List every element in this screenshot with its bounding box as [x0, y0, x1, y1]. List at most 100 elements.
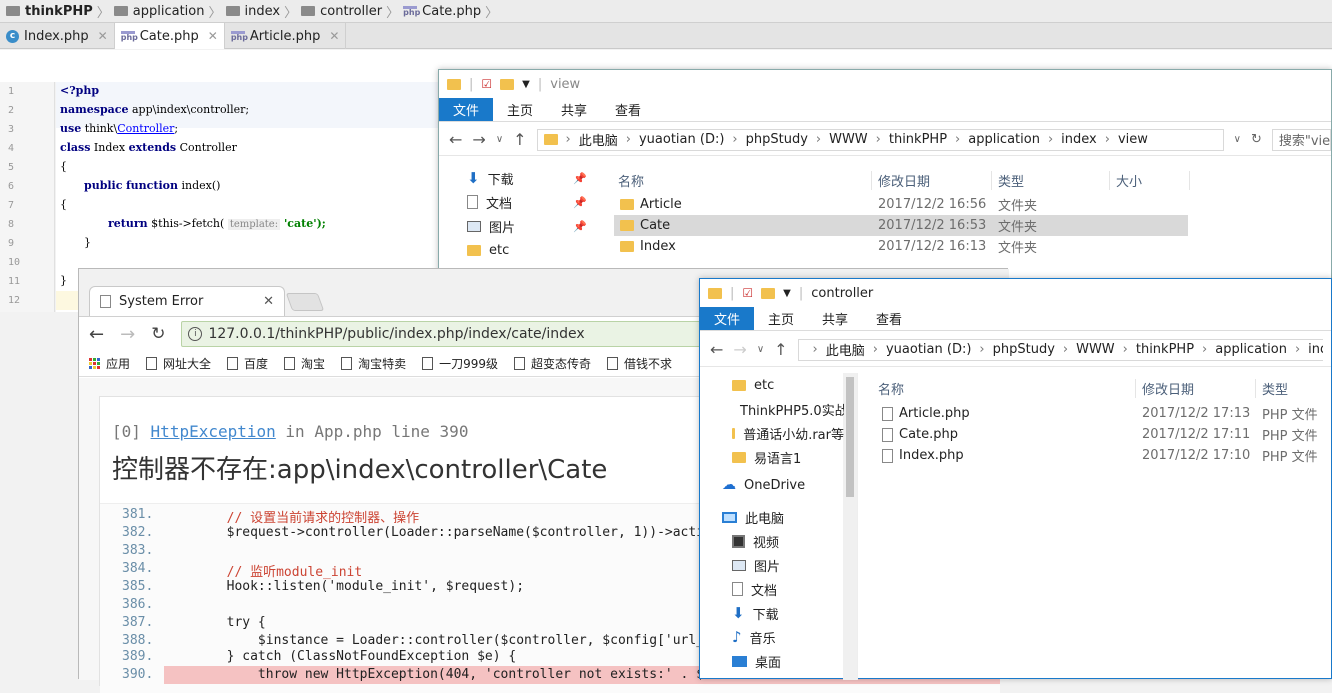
forward-arrow-icon[interactable]: → — [120, 324, 135, 345]
tab-cate-php[interactable]: php Cate.php ✕ — [114, 23, 225, 49]
address-segment[interactable]: 此电脑 — [579, 130, 618, 149]
column-header-type[interactable]: 类型 — [1256, 379, 1326, 398]
address-dropdown-chevron-icon[interactable]: ∨ — [1234, 134, 1241, 145]
address-bar[interactable]: › 此电脑 › yuaotian (D:) › phpStudy › WWW › thi… — [797, 338, 1323, 361]
breadcrumb-item-index[interactable]: index — [225, 4, 280, 19]
ribbon-tab-file[interactable]: 文件 — [439, 98, 494, 121]
recent-chevron-icon[interactable]: ∨ — [757, 344, 764, 355]
search-input[interactable]: 搜索"vie — [1271, 128, 1331, 151]
address-segment[interactable]: ind — [1308, 342, 1322, 357]
nav-item-this-pc[interactable]: 此电脑 — [722, 505, 844, 529]
chevron-down-icon[interactable]: ▼ — [783, 288, 791, 299]
tab-index-php[interactable]: c Index.php ✕ — [0, 23, 115, 49]
ribbon-tab-home[interactable]: 主页 — [754, 307, 808, 330]
nav-item-videos[interactable]: 视频 — [732, 529, 844, 553]
ribbon-tab-share[interactable]: 共享 — [808, 307, 862, 330]
nav-scrollbar-thumb[interactable] — [846, 377, 854, 497]
breadcrumb-item-application[interactable]: application — [113, 4, 205, 19]
breadcrumb-item-project[interactable]: thinkPHP — [6, 4, 93, 19]
browser-tab-active[interactable]: System Error ✕ — [89, 286, 285, 316]
nav-item-etc[interactable]: etc — [732, 373, 844, 397]
ribbon-tab-view[interactable]: 查看 — [601, 98, 655, 121]
address-bar[interactable]: › 此电脑 › yuaotian (D:) › phpStudy › WWW › thi… — [536, 128, 1224, 151]
address-segment[interactable]: phpStudy — [746, 132, 808, 147]
nav-item-downloads[interactable]: ⬇ 下载 — [732, 601, 844, 625]
pin-icon[interactable]: 📌 — [573, 172, 587, 185]
address-segment[interactable]: index — [1061, 132, 1097, 147]
refresh-icon[interactable]: ↻ — [1251, 132, 1262, 147]
ribbon-tab-view[interactable]: 查看 — [862, 307, 916, 330]
properties-check-icon[interactable]: ☑ — [481, 77, 492, 91]
column-header-name[interactable]: 名称 — [874, 378, 1136, 398]
column-header-type[interactable]: 类型 — [992, 170, 1110, 190]
address-segment[interactable]: yuaotian (D:) — [886, 342, 971, 357]
tab-article-php[interactable]: php Article.php ✕ — [225, 23, 347, 49]
close-icon[interactable]: ✕ — [263, 294, 274, 309]
bookmark-item[interactable]: 百度 — [227, 355, 268, 372]
new-folder-icon[interactable] — [761, 287, 776, 299]
info-icon[interactable]: i — [188, 327, 203, 341]
nav-item-onedrive[interactable]: ☁ OneDrive — [722, 473, 844, 497]
address-segment[interactable]: application — [1215, 342, 1287, 357]
code-class-link[interactable]: Controller — [117, 122, 174, 135]
address-segment[interactable]: view — [1118, 132, 1148, 147]
file-row[interactable]: Article 2017/12/2 16:56 文件夹 — [614, 194, 1330, 215]
nav-item-yiyuyan[interactable]: 易语言1 — [732, 445, 844, 469]
breadcrumb-item-controller[interactable]: controller — [301, 4, 382, 19]
address-segment[interactable]: WWW — [1076, 342, 1115, 357]
forward-arrow-icon[interactable]: → — [733, 340, 746, 359]
address-segment[interactable]: WWW — [829, 132, 868, 147]
pin-icon[interactable]: 📌 — [573, 196, 587, 209]
new-tab-button[interactable] — [285, 293, 325, 311]
nav-scrollbar[interactable] — [843, 373, 857, 680]
back-arrow-icon[interactable]: ← — [89, 324, 104, 345]
back-arrow-icon[interactable]: ← — [449, 130, 462, 149]
pin-icon[interactable]: 📌 — [573, 220, 587, 233]
recent-chevron-icon[interactable]: ∨ — [496, 134, 503, 145]
bookmark-item[interactable]: 超变态传奇 — [513, 355, 591, 372]
up-arrow-icon[interactable]: ↑ — [774, 340, 787, 359]
file-row[interactable]: Index 2017/12/2 16:13 文件夹 — [614, 236, 1330, 257]
bookmark-item[interactable]: 网址大全 — [146, 355, 211, 372]
address-segment[interactable]: thinkPHP — [889, 132, 947, 147]
properties-check-icon[interactable]: ☑ — [742, 286, 753, 300]
nav-item-pictures[interactable]: 图片 📌 — [467, 214, 587, 238]
exception-class-link[interactable]: HttpException — [151, 422, 276, 441]
forward-arrow-icon[interactable]: → — [472, 130, 485, 149]
ribbon-tab-share[interactable]: 共享 — [547, 98, 601, 121]
file-row[interactable]: Index.php 2017/12/2 17:10 PHP 文件 — [874, 445, 1332, 466]
bookmark-apps[interactable]: 应用 — [89, 355, 130, 372]
column-header-date[interactable]: 修改日期 — [1136, 378, 1256, 398]
close-icon[interactable]: ✕ — [329, 29, 339, 43]
bookmark-item[interactable]: 淘宝 — [284, 355, 325, 372]
address-segment[interactable]: thinkPHP — [1136, 342, 1194, 357]
file-row-selected[interactable]: Cate 2017/12/2 16:53 文件夹 — [614, 215, 1188, 236]
bookmark-item[interactable]: 淘宝特卖 — [341, 355, 406, 372]
bookmark-item[interactable]: 一刀999级 — [422, 355, 498, 372]
close-icon[interactable]: ✕ — [208, 29, 218, 43]
ribbon-tab-file[interactable]: 文件 — [700, 307, 755, 330]
file-row[interactable]: Article.php 2017/12/2 17:13 PHP 文件 — [874, 403, 1332, 424]
back-arrow-icon[interactable]: ← — [710, 340, 723, 359]
nav-item-downloads[interactable]: ⬇ 下载 📌 — [467, 166, 587, 190]
nav-item-pictures[interactable]: 图片 — [732, 553, 844, 577]
nav-item-music[interactable]: ♪ 音乐 — [732, 625, 844, 649]
new-folder-icon[interactable] — [500, 78, 515, 90]
nav-item-thinkphp-course[interactable]: ThinkPHP5.0实战 — [732, 397, 844, 421]
ribbon-tab-home[interactable]: 主页 — [493, 98, 547, 121]
up-arrow-icon[interactable]: ↑ — [513, 130, 526, 149]
nav-item-etc[interactable]: etc — [467, 238, 587, 262]
reload-icon[interactable]: ↻ — [151, 324, 165, 344]
nav-item-archive[interactable]: 普通话小幼.rar等 — [732, 421, 844, 445]
file-row[interactable]: Cate.php 2017/12/2 17:11 PHP 文件 — [874, 424, 1332, 445]
breadcrumb-item-file[interactable]: php Cate.php — [403, 4, 481, 19]
nav-item-documents[interactable]: 文档 — [732, 577, 844, 601]
column-header-name[interactable]: 名称 — [614, 170, 872, 190]
address-segment[interactable]: 此电脑 — [826, 340, 865, 359]
nav-item-documents[interactable]: 文档 📌 — [467, 190, 587, 214]
address-segment[interactable]: application — [968, 132, 1040, 147]
chevron-down-icon[interactable]: ▼ — [522, 79, 530, 90]
address-segment[interactable]: phpStudy — [993, 342, 1055, 357]
column-header-date[interactable]: 修改日期 — [872, 170, 992, 190]
bookmark-item[interactable]: 借钱不求 — [607, 355, 672, 372]
